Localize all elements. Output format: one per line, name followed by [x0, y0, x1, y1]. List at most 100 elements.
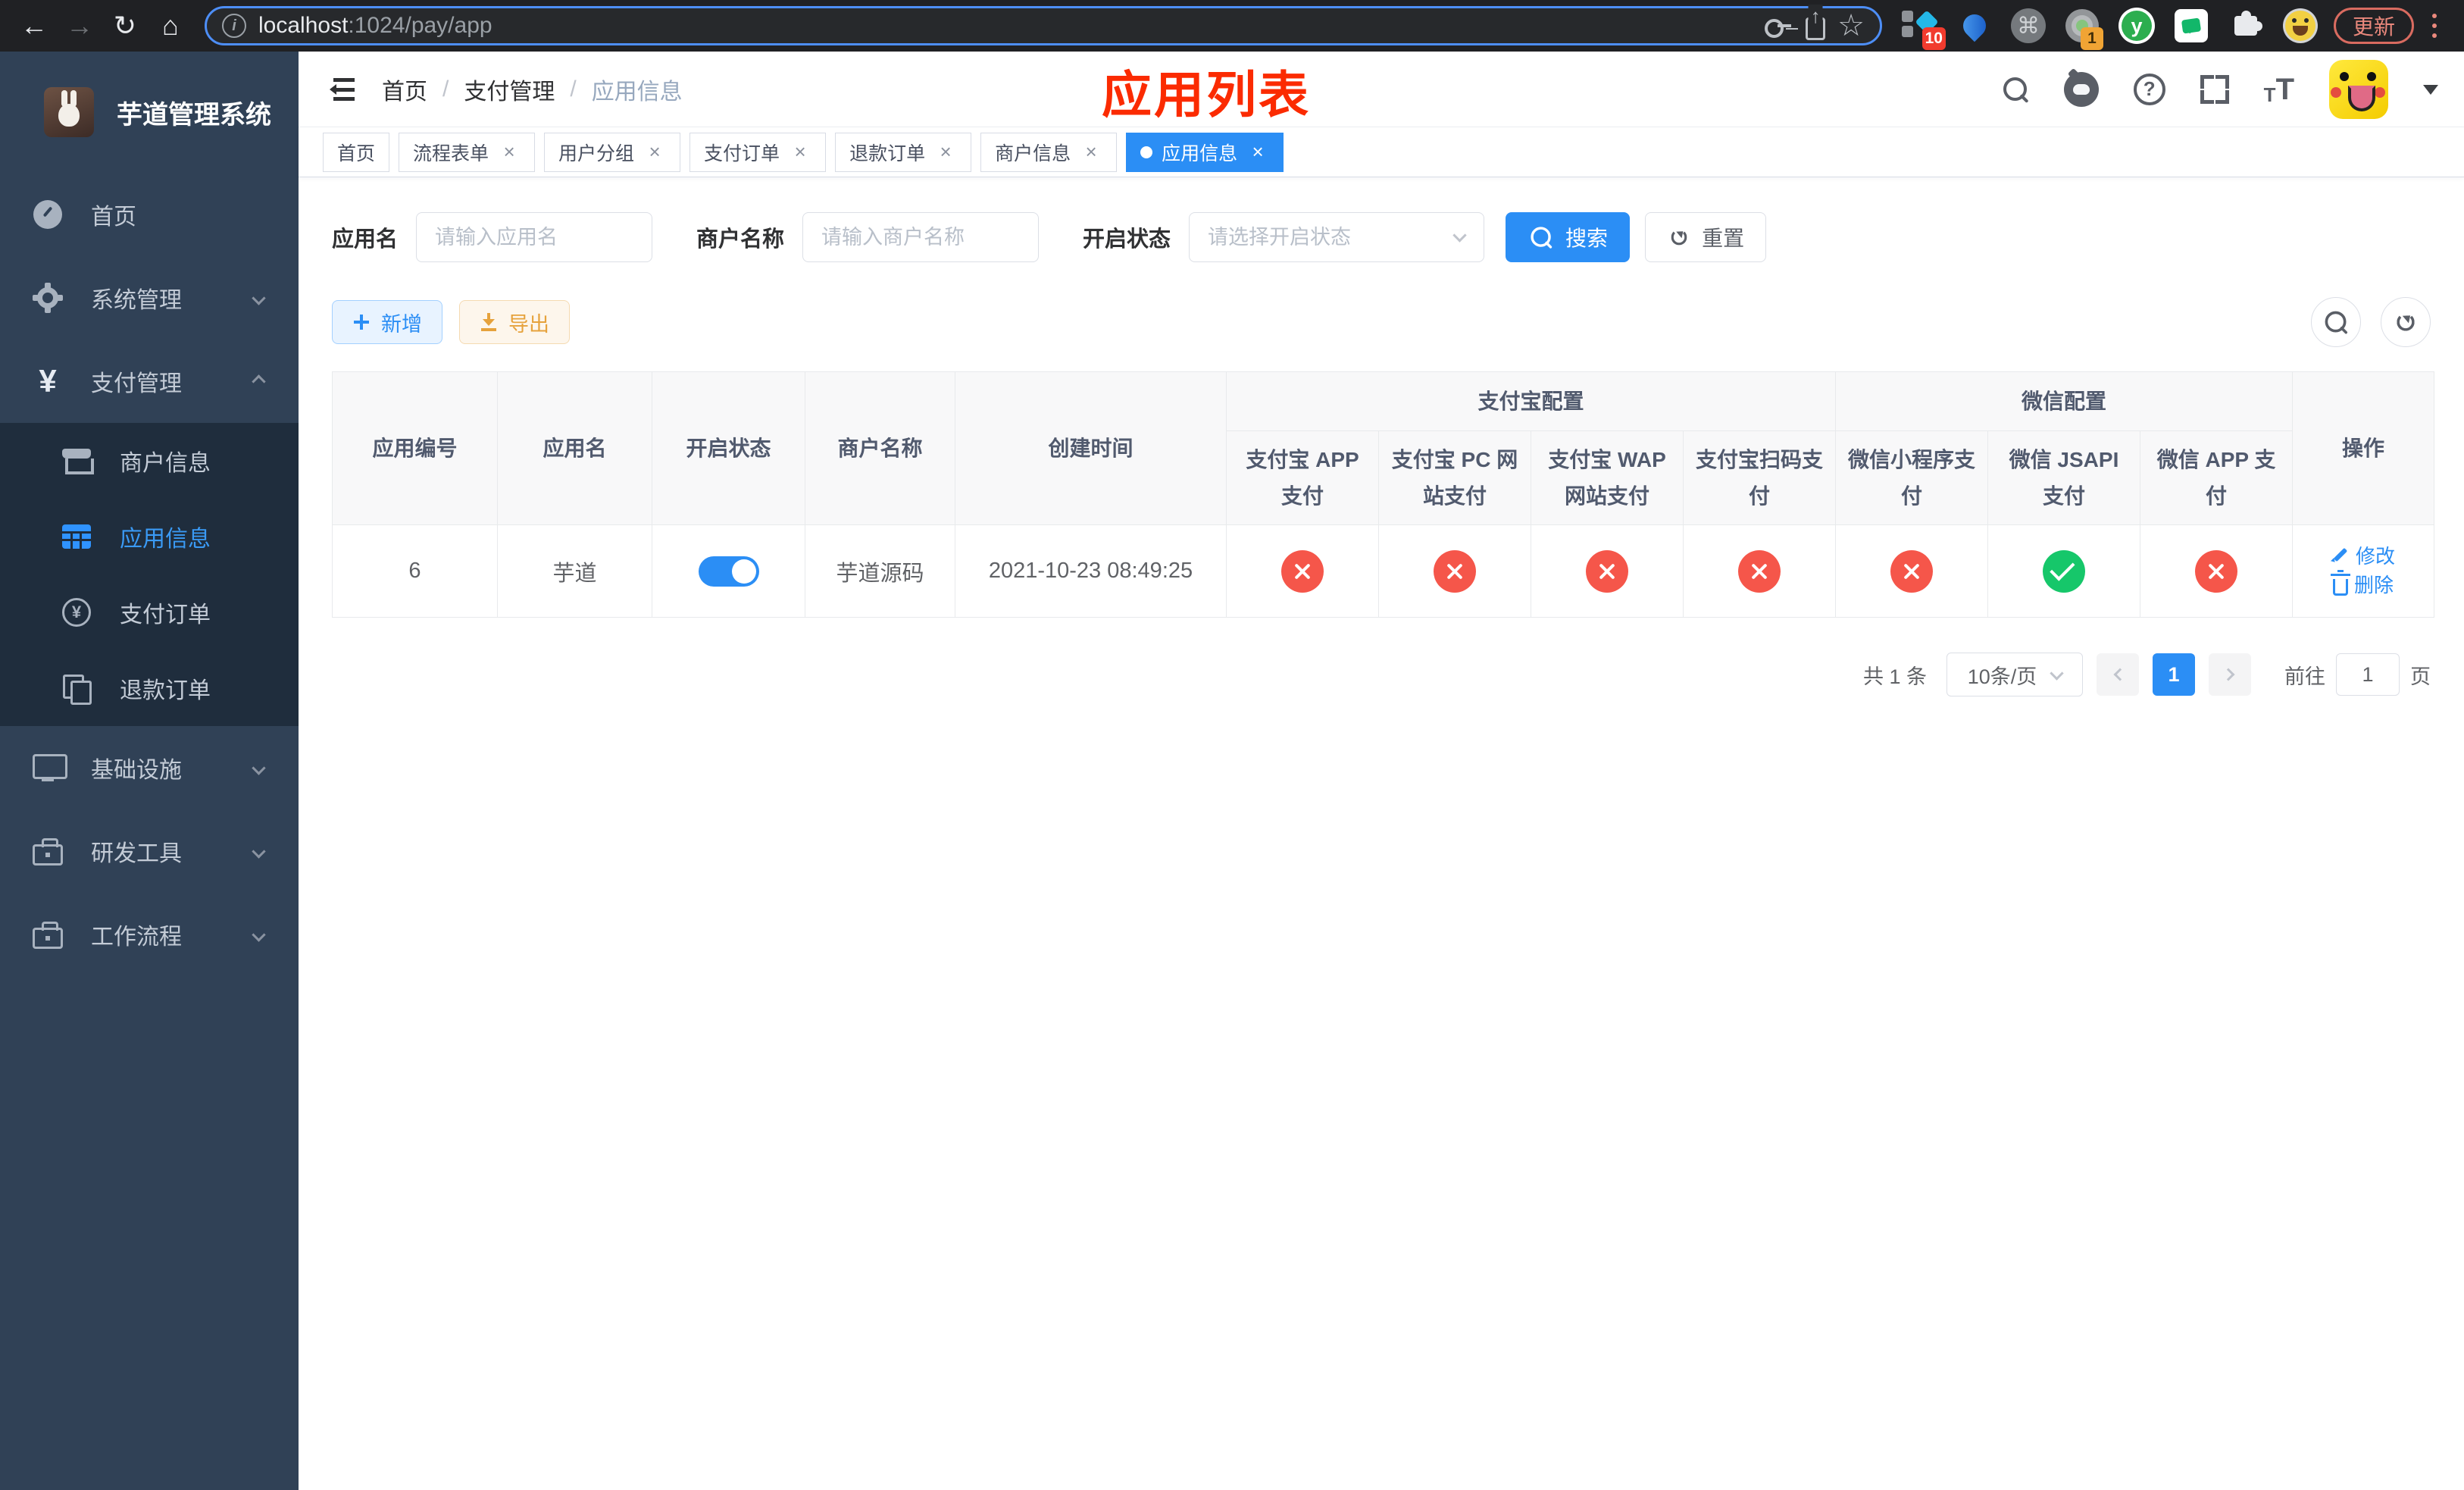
sidebar-item-payment[interactable]: 支付管理: [0, 340, 299, 423]
tag-process-form[interactable]: 流程表单: [399, 132, 536, 172]
export-button[interactable]: 导出: [459, 300, 570, 344]
sidebar-item-system[interactable]: 系统管理: [0, 256, 299, 340]
delete-link[interactable]: 删除: [2331, 569, 2394, 598]
font-size-icon[interactable]: [2264, 74, 2294, 105]
sidebar-item-workflow[interactable]: 工作流程: [0, 893, 299, 976]
extension-y-icon[interactable]: y: [2118, 8, 2155, 44]
pagination: 共 1 条 10条/页 1 前往 页: [332, 653, 2431, 697]
goto-page-input[interactable]: [2336, 653, 2400, 696]
top-navbar: 首页 / 支付管理 / 应用信息: [299, 52, 2464, 127]
extensions-puzzle-icon[interactable]: [2228, 8, 2264, 44]
sidebar-item-label: 应用信息: [120, 527, 211, 552]
add-button[interactable]: 新增: [332, 300, 442, 344]
gear-icon: [30, 283, 65, 313]
status-label: 开启状态: [1083, 227, 1171, 252]
cell-enabled: [652, 524, 805, 618]
extension-diamond-icon[interactable]: 10: [1901, 8, 1946, 50]
extension-kite-icon[interactable]: [1956, 8, 1993, 44]
sidebar-subitem-merchant-info[interactable]: 商户信息: [0, 423, 299, 499]
sidebar-logo[interactable]: 芋道管理系统: [0, 52, 299, 173]
goto-unit: 页: [2410, 665, 2431, 688]
sidebar-item-home[interactable]: 首页: [0, 173, 299, 256]
refresh-table-button[interactable]: [2381, 297, 2431, 347]
refresh-icon: [1669, 227, 1689, 247]
chrome-update-button[interactable]: 更新: [2333, 8, 2414, 44]
status-select-input[interactable]: [1189, 212, 1485, 262]
merchant-name-label: 商户名称: [696, 227, 785, 252]
app-title: 芋道管理系统: [117, 100, 271, 130]
sidebar-item-infrastructure[interactable]: 基础设施: [0, 726, 299, 809]
extension-command-icon[interactable]: [2010, 8, 2046, 43]
prev-page-button[interactable]: [2097, 653, 2139, 696]
close-icon[interactable]: [1080, 141, 1102, 164]
browser-back-icon[interactable]: ←: [14, 5, 55, 46]
page-number-1[interactable]: 1: [2153, 653, 2195, 696]
sidebar-subitem-refund-order[interactable]: 退款订单: [0, 650, 299, 726]
status-x-icon: [1586, 549, 1628, 593]
refresh-icon: [2395, 311, 2417, 333]
browser-toolbar: ← → ↻ ⌂ localhost:1024/pay/app 10 1 y 更新: [0, 0, 2464, 52]
profile-emoji-avatar[interactable]: [2282, 8, 2319, 44]
merchant-name-input[interactable]: [802, 212, 1040, 262]
user-avatar[interactable]: [2329, 59, 2388, 119]
sidebar-item-dev-tools[interactable]: 研发工具: [0, 809, 299, 893]
sidebar-item-label: 支付订单: [120, 603, 211, 628]
extension-chat-icon[interactable]: [2173, 8, 2209, 44]
sidebar-collapse-icon[interactable]: [324, 77, 355, 101]
sidebar-subitem-pay-order[interactable]: 支付订单: [0, 574, 299, 650]
close-icon[interactable]: [934, 141, 957, 164]
cell-wechat-lite: [1835, 524, 1989, 618]
close-icon[interactable]: [643, 141, 666, 164]
site-info-icon[interactable]: [222, 14, 246, 38]
close-icon[interactable]: [1246, 141, 1269, 164]
app-name-input[interactable]: [416, 212, 653, 262]
enabled-toggle[interactable]: [698, 556, 759, 587]
status-x-icon: [1738, 549, 1781, 593]
reset-button[interactable]: 重置: [1645, 212, 1767, 262]
page-size-select[interactable]: 10条/页: [1946, 653, 2083, 697]
table-row: 6 芋道 芋道源码 2021-10-23 08:49:25 修改删除: [332, 524, 2435, 618]
breadcrumb-payment[interactable]: 支付管理: [464, 73, 555, 106]
browser-reload-icon[interactable]: ↻: [105, 5, 145, 46]
goto-label: 前往: [2284, 665, 2325, 688]
col-alipay-qr: 支付宝扫码支付: [1682, 430, 1837, 526]
close-icon[interactable]: [498, 141, 521, 164]
monitor-icon: [30, 754, 67, 781]
tag-refund-order[interactable]: 退款订单: [835, 132, 972, 172]
chrome-menu-dots-icon[interactable]: [2432, 23, 2437, 28]
password-key-icon[interactable]: [1765, 17, 1793, 38]
share-icon[interactable]: [1806, 17, 1826, 40]
status-select[interactable]: [1189, 212, 1485, 262]
help-icon[interactable]: [2133, 73, 2165, 105]
table-toolbar: 新增 导出: [332, 297, 2431, 347]
address-bar[interactable]: localhost:1024/pay/app: [205, 6, 1882, 45]
avatar-caret-icon[interactable]: [2423, 85, 2438, 102]
breadcrumb-home[interactable]: 首页: [382, 73, 427, 106]
toggle-search-button[interactable]: [2311, 297, 2361, 347]
col-app-id: 应用编号: [332, 371, 498, 526]
extension-badge: 10: [1921, 27, 1946, 50]
tag-user-group[interactable]: 用户分组: [544, 132, 681, 172]
close-icon[interactable]: [789, 141, 811, 164]
sidebar-subitem-app-info[interactable]: 应用信息: [0, 499, 299, 574]
tag-home[interactable]: 首页: [323, 132, 390, 172]
tag-pay-order[interactable]: 支付订单: [689, 132, 827, 172]
sidebar-item-label: 退款订单: [120, 678, 211, 703]
search-icon[interactable]: [2002, 76, 2029, 103]
sidebar-item-label: 基础设施: [91, 758, 182, 783]
search-button[interactable]: 搜索: [1506, 212, 1631, 262]
cell-merchant: 芋道源码: [805, 524, 955, 618]
next-page-button[interactable]: [2209, 653, 2251, 696]
browser-home-icon[interactable]: ⌂: [150, 5, 191, 46]
github-icon[interactable]: [2063, 71, 2099, 107]
tag-merchant-info[interactable]: 商户信息: [980, 132, 1118, 172]
tag-app-info[interactable]: 应用信息: [1126, 132, 1284, 172]
chevron-down-icon: [252, 927, 266, 942]
browser-forward-icon[interactable]: →: [59, 5, 100, 46]
fullscreen-icon[interactable]: [2200, 74, 2229, 104]
status-x-icon: [1434, 549, 1476, 593]
breadcrumb-current: 应用信息: [591, 79, 683, 105]
bookmark-star-icon[interactable]: [1837, 11, 1865, 41]
extension-recorder-icon[interactable]: 1: [2064, 8, 2103, 50]
edit-link[interactable]: 修改: [2331, 541, 2395, 569]
